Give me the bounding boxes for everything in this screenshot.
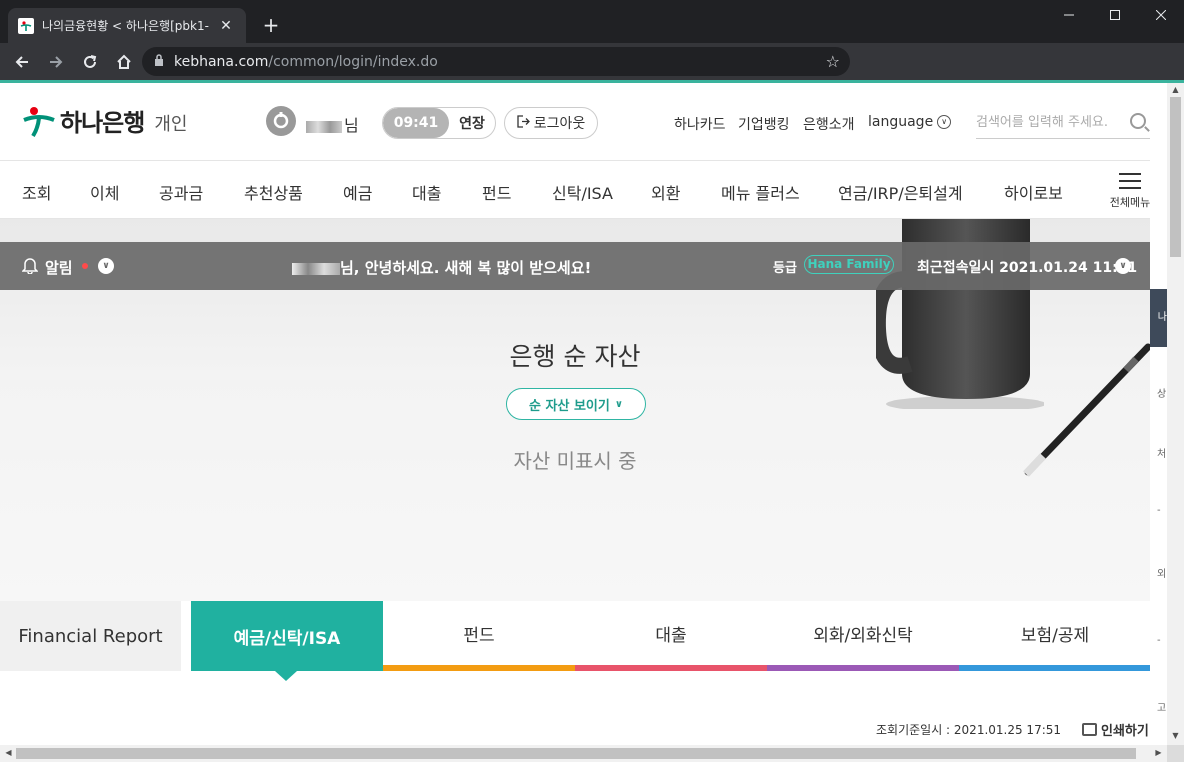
gnb-item-transfer[interactable]: 이체 xyxy=(90,180,119,204)
search-box xyxy=(976,107,1150,139)
search-icon[interactable] xyxy=(1130,113,1146,129)
gnb-item-utility[interactable]: 공과금 xyxy=(159,180,203,204)
grade-label: 등급 xyxy=(773,261,797,276)
page-viewport: 하나은행 개인 님 09:41 연장 로그아웃 하나카드 기업뱅킹 은행소개 l… xyxy=(0,83,1150,745)
chevron-down-icon: ∨ xyxy=(614,398,623,410)
quick-menu-char[interactable]: 외 xyxy=(1157,565,1166,580)
quick-side-strip: 나 상 처 - 외 - 고 xyxy=(1150,83,1167,745)
tab-forex[interactable]: 외화/외화신탁 xyxy=(767,601,959,671)
scrollbar-corner xyxy=(1167,745,1184,762)
util-link-card[interactable]: 하나카드 xyxy=(674,114,726,134)
financial-report-label: Financial Report xyxy=(0,601,181,671)
new-tab-button[interactable]: + xyxy=(258,12,284,38)
horizontal-scroll-thumb[interactable] xyxy=(16,748,1136,759)
url-path: /common/login/index.do xyxy=(268,53,438,70)
logout-icon xyxy=(517,114,530,132)
printer-icon xyxy=(1082,723,1097,736)
hamburger-icon xyxy=(1119,173,1141,189)
gnb-item-pension[interactable]: 연금/IRP/은퇴설계 xyxy=(838,180,963,204)
quick-menu-char[interactable]: - xyxy=(1157,635,1161,646)
tab-fund[interactable]: 펀드 xyxy=(383,601,575,671)
tab-loan[interactable]: 대출 xyxy=(575,601,767,671)
gnb-item-recommend[interactable]: 추천상품 xyxy=(244,180,303,204)
login-chevron-icon[interactable]: ∨ xyxy=(1115,258,1131,274)
extend-session-button[interactable]: 연장 xyxy=(449,108,495,138)
vertical-scroll-thumb[interactable] xyxy=(1170,97,1181,257)
tab-insurance[interactable]: 보험/공제 xyxy=(959,601,1150,671)
logo-sub: 개인 xyxy=(154,114,188,135)
browser-tab[interactable]: 나의금융현황 < 하나은행[pbk1- ✕ xyxy=(8,8,246,43)
active-tab-caret xyxy=(275,671,297,681)
all-menu-button[interactable]: 전체메뉴 xyxy=(1108,173,1150,210)
grade-badge: Hana Family xyxy=(804,255,894,274)
horizontal-scrollbar[interactable]: ◀ ▶ xyxy=(0,745,1167,762)
back-icon[interactable] xyxy=(6,46,38,78)
scroll-right-icon[interactable]: ▶ xyxy=(1150,748,1167,757)
all-menu-label: 전체메뉴 xyxy=(1109,196,1150,209)
greeting-text: 님, 안녕하세요. 새해 복 많이 받으세요! xyxy=(292,257,591,278)
scroll-down-icon[interactable]: ▼ xyxy=(1167,731,1184,740)
quick-menu-char[interactable]: 고 xyxy=(1157,699,1166,714)
tab-close-icon[interactable]: ✕ xyxy=(216,18,236,34)
gnb-item-deposit[interactable]: 예금 xyxy=(343,180,372,204)
asset-title: 은행 순 자산 xyxy=(509,342,641,371)
browser-toolbar: kebhana.com /common/login/index.do ☆ ✚ ♫… xyxy=(0,43,1184,115)
session-time: 09:41 xyxy=(383,108,449,138)
quick-menu-char[interactable]: - xyxy=(1157,505,1161,516)
site-header: 하나은행 개인 님 09:41 연장 로그아웃 하나카드 기업뱅킹 은행소개 l… xyxy=(0,83,1150,161)
browser-tabstrip: 나의금융현황 < 하나은행[pbk1- ✕ + xyxy=(0,0,1184,43)
minimize-icon[interactable] xyxy=(1046,0,1092,30)
gnb-item-forex[interactable]: 외환 xyxy=(651,180,680,204)
address-bar[interactable]: kebhana.com /common/login/index.do ☆ xyxy=(142,47,850,76)
global-nav: 조회 이체 공과금 추천상품 예금 대출 펀드 신탁/ISA 외환 메뉴 플러스… xyxy=(0,161,1150,219)
quick-menu-tab[interactable]: 나 xyxy=(1150,289,1167,347)
home-icon[interactable] xyxy=(108,46,140,78)
tab-title: 나의금융현황 < 하나은행[pbk1- xyxy=(42,19,209,33)
show-asset-button[interactable]: 순 자산 보이기 ∨ xyxy=(506,388,646,420)
scroll-up-icon[interactable]: ▲ xyxy=(1167,85,1184,94)
hana-bank-logo[interactable]: 하나은행 개인 xyxy=(22,103,187,138)
bookmark-star-icon[interactable]: ☆ xyxy=(826,52,840,71)
asset-hero: 알림 ∨ 님, 안녕하세요. 새해 복 많이 받으세요! 등급 Hana Fam… xyxy=(0,219,1150,601)
last-login: 최근접속일시 2021.01.24 11:21 xyxy=(917,260,1138,276)
forward-icon[interactable] xyxy=(40,46,72,78)
asset-state: 자산 미표시 중 xyxy=(513,449,637,473)
gnb-item-trust-isa[interactable]: 신탁/ISA xyxy=(552,180,613,204)
query-time: 조회기준일시 : 2021.01.25 17:51 xyxy=(876,723,1062,737)
gnb-item-menu-plus[interactable]: 메뉴 플러스 xyxy=(721,180,800,204)
alarm-chevron-icon[interactable]: ∨ xyxy=(98,258,114,274)
url-host: kebhana.com xyxy=(174,53,269,70)
user-name: 님 xyxy=(306,112,359,136)
user-avatar xyxy=(266,106,296,136)
alarm-label[interactable]: 알림 xyxy=(45,257,73,278)
bell-icon[interactable] xyxy=(22,257,38,274)
window-close-icon[interactable] xyxy=(1138,0,1184,30)
alarm-dot xyxy=(82,263,88,269)
logo-text: 하나은행 xyxy=(60,109,145,137)
session-timer: 09:41 연장 xyxy=(382,107,496,139)
util-link-corporate[interactable]: 기업뱅킹 xyxy=(738,114,790,134)
maximize-icon[interactable] xyxy=(1092,0,1138,30)
quick-menu-char[interactable]: 상 xyxy=(1157,385,1166,400)
vertical-scrollbar[interactable]: ▲ ▼ xyxy=(1167,83,1184,745)
search-input[interactable] xyxy=(976,115,1126,130)
util-link-about[interactable]: 은행소개 xyxy=(803,114,855,134)
reload-icon[interactable] xyxy=(74,46,106,78)
chevron-down-icon: ∨ xyxy=(937,115,952,129)
gnb-item-inquiry[interactable]: 조회 xyxy=(22,180,51,204)
logout-button[interactable]: 로그아웃 xyxy=(504,107,598,139)
quick-menu-char[interactable]: 처 xyxy=(1157,445,1166,460)
print-button[interactable]: 인쇄하기 xyxy=(1082,720,1149,739)
scroll-left-icon[interactable]: ◀ xyxy=(0,748,17,757)
gnb-item-loan[interactable]: 대출 xyxy=(412,180,441,204)
hana-logo-icon xyxy=(22,104,56,138)
lock-icon xyxy=(154,54,164,69)
notice-bar: 알림 ∨ 님, 안녕하세요. 새해 복 많이 받으세요! 등급 Hana Fam… xyxy=(0,242,1150,290)
hana-favicon-icon xyxy=(18,17,34,34)
language-select[interactable]: language ∨ xyxy=(868,114,952,130)
financial-report-tabs: Financial Report 예금/신탁/ISA 펀드 대출 외화/외화신탁… xyxy=(0,601,1150,681)
tab-deposit-trust-isa[interactable]: 예금/신탁/ISA xyxy=(191,601,383,671)
gnb-item-fund[interactable]: 펀드 xyxy=(482,180,511,204)
gnb-item-hirobo[interactable]: 하이로보 xyxy=(1004,180,1063,204)
